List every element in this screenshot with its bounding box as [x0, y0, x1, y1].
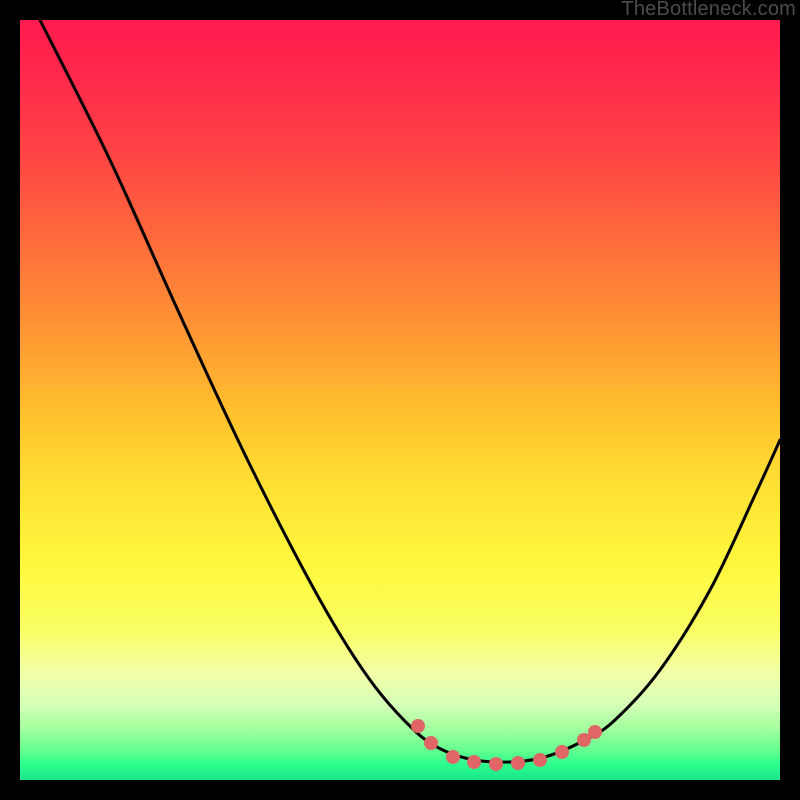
- curve-marker: [467, 755, 481, 769]
- curve-marker: [555, 745, 569, 759]
- curve-marker: [411, 719, 425, 733]
- curve-marker: [424, 736, 438, 750]
- curve-marker: [588, 725, 602, 739]
- bottleneck-chart-svg: [20, 20, 780, 780]
- bottleneck-curve: [40, 20, 780, 762]
- watermark-text: TheBottleneck.com: [621, 0, 796, 21]
- curve-marker: [533, 753, 547, 767]
- curve-marker: [489, 757, 503, 771]
- curve-marker: [446, 750, 460, 764]
- curve-marker: [511, 756, 525, 770]
- chart-frame: [20, 20, 780, 780]
